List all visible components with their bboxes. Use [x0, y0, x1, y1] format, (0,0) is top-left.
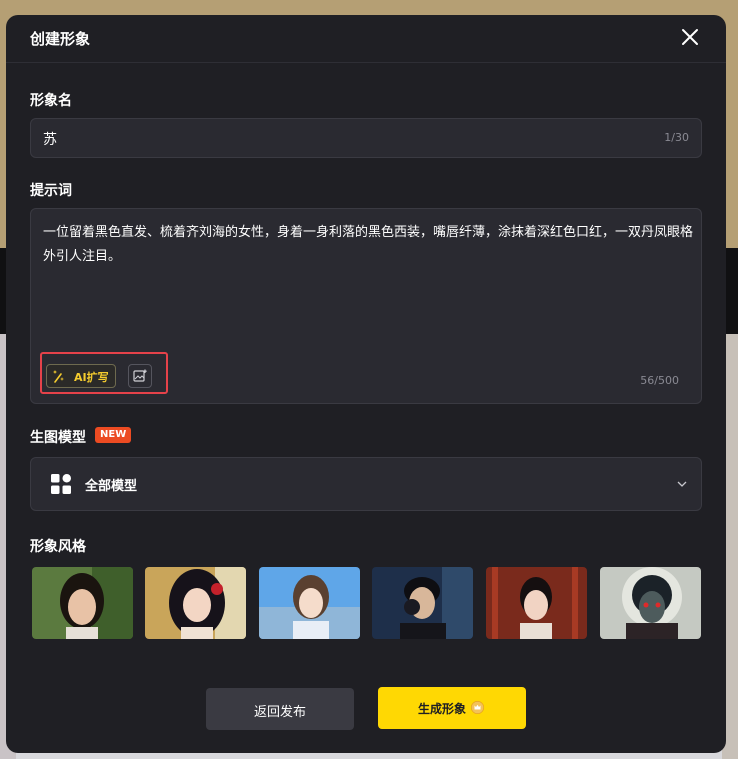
generate-character-label: 生成形象: [418, 702, 467, 716]
generate-character-button[interactable]: 生成形象: [378, 687, 526, 729]
back-to-publish-label: 返回发布: [253, 705, 306, 720]
new-badge: NEW: [95, 427, 132, 443]
back-to-publish-button[interactable]: 返回发布: [206, 688, 354, 730]
model-label: 生图模型: [30, 430, 86, 446]
dialog-title: 创建形象: [30, 30, 91, 48]
style-thumbnail-realistic[interactable]: [32, 567, 133, 639]
prompt-textarea[interactable]: 一位留着黑色直发、梳着齐刘海的女性，身着一身利落的黑色西装，嘴唇纤薄，涂抹着深红…: [30, 208, 702, 404]
magic-wand-icon: [53, 370, 64, 383]
chevron-down-icon: [677, 481, 687, 487]
character-name-value: 苏: [43, 132, 57, 148]
style-thumbnail-anime-sky[interactable]: [259, 567, 360, 639]
style-thumbnail-anime-red[interactable]: [145, 567, 246, 639]
portrait-thumbnail: [600, 567, 701, 639]
crown-coin-icon: [471, 701, 484, 714]
style-thumbnail-comic[interactable]: [372, 567, 473, 639]
character-name-counter: 1/30: [664, 131, 689, 144]
grid-icon: [51, 474, 71, 494]
style-thumbnail-chinese[interactable]: [486, 567, 587, 639]
portrait-thumbnail: [32, 567, 133, 639]
style-label: 形象风格: [30, 539, 86, 555]
portrait-thumbnail: [372, 567, 473, 639]
dialog-header: 创建形象: [6, 15, 726, 63]
style-thumbnails: [32, 567, 702, 639]
add-image-button[interactable]: [128, 364, 152, 388]
portrait-thumbnail: [259, 567, 360, 639]
prompt-text: 一位留着黑色直发、梳着齐刘海的女性，身着一身利落的黑色西装，嘴唇纤薄，涂抹着深红…: [43, 225, 694, 264]
model-dropdown[interactable]: 全部模型: [30, 457, 702, 511]
add-image-icon: [133, 369, 147, 382]
character-name-input[interactable]: 苏 1/30: [30, 118, 702, 158]
close-button[interactable]: [678, 25, 702, 49]
ai-expand-label: AI扩写: [74, 371, 109, 384]
prompt-label: 提示词: [30, 183, 72, 199]
name-label: 形象名: [30, 93, 72, 109]
portrait-thumbnail: [486, 567, 587, 639]
close-icon: [682, 29, 698, 45]
prompt-counter: 56/500: [640, 374, 679, 387]
model-selected-value: 全部模型: [85, 479, 138, 494]
portrait-thumbnail: [145, 567, 246, 639]
style-thumbnail-dark[interactable]: [600, 567, 701, 639]
ai-expand-button[interactable]: AI扩写: [46, 364, 116, 388]
create-character-dialog: 创建形象 形象名 苏 1/30 提示词 一位留着黑色直发、梳着齐刘海的女性，身着…: [6, 15, 726, 753]
